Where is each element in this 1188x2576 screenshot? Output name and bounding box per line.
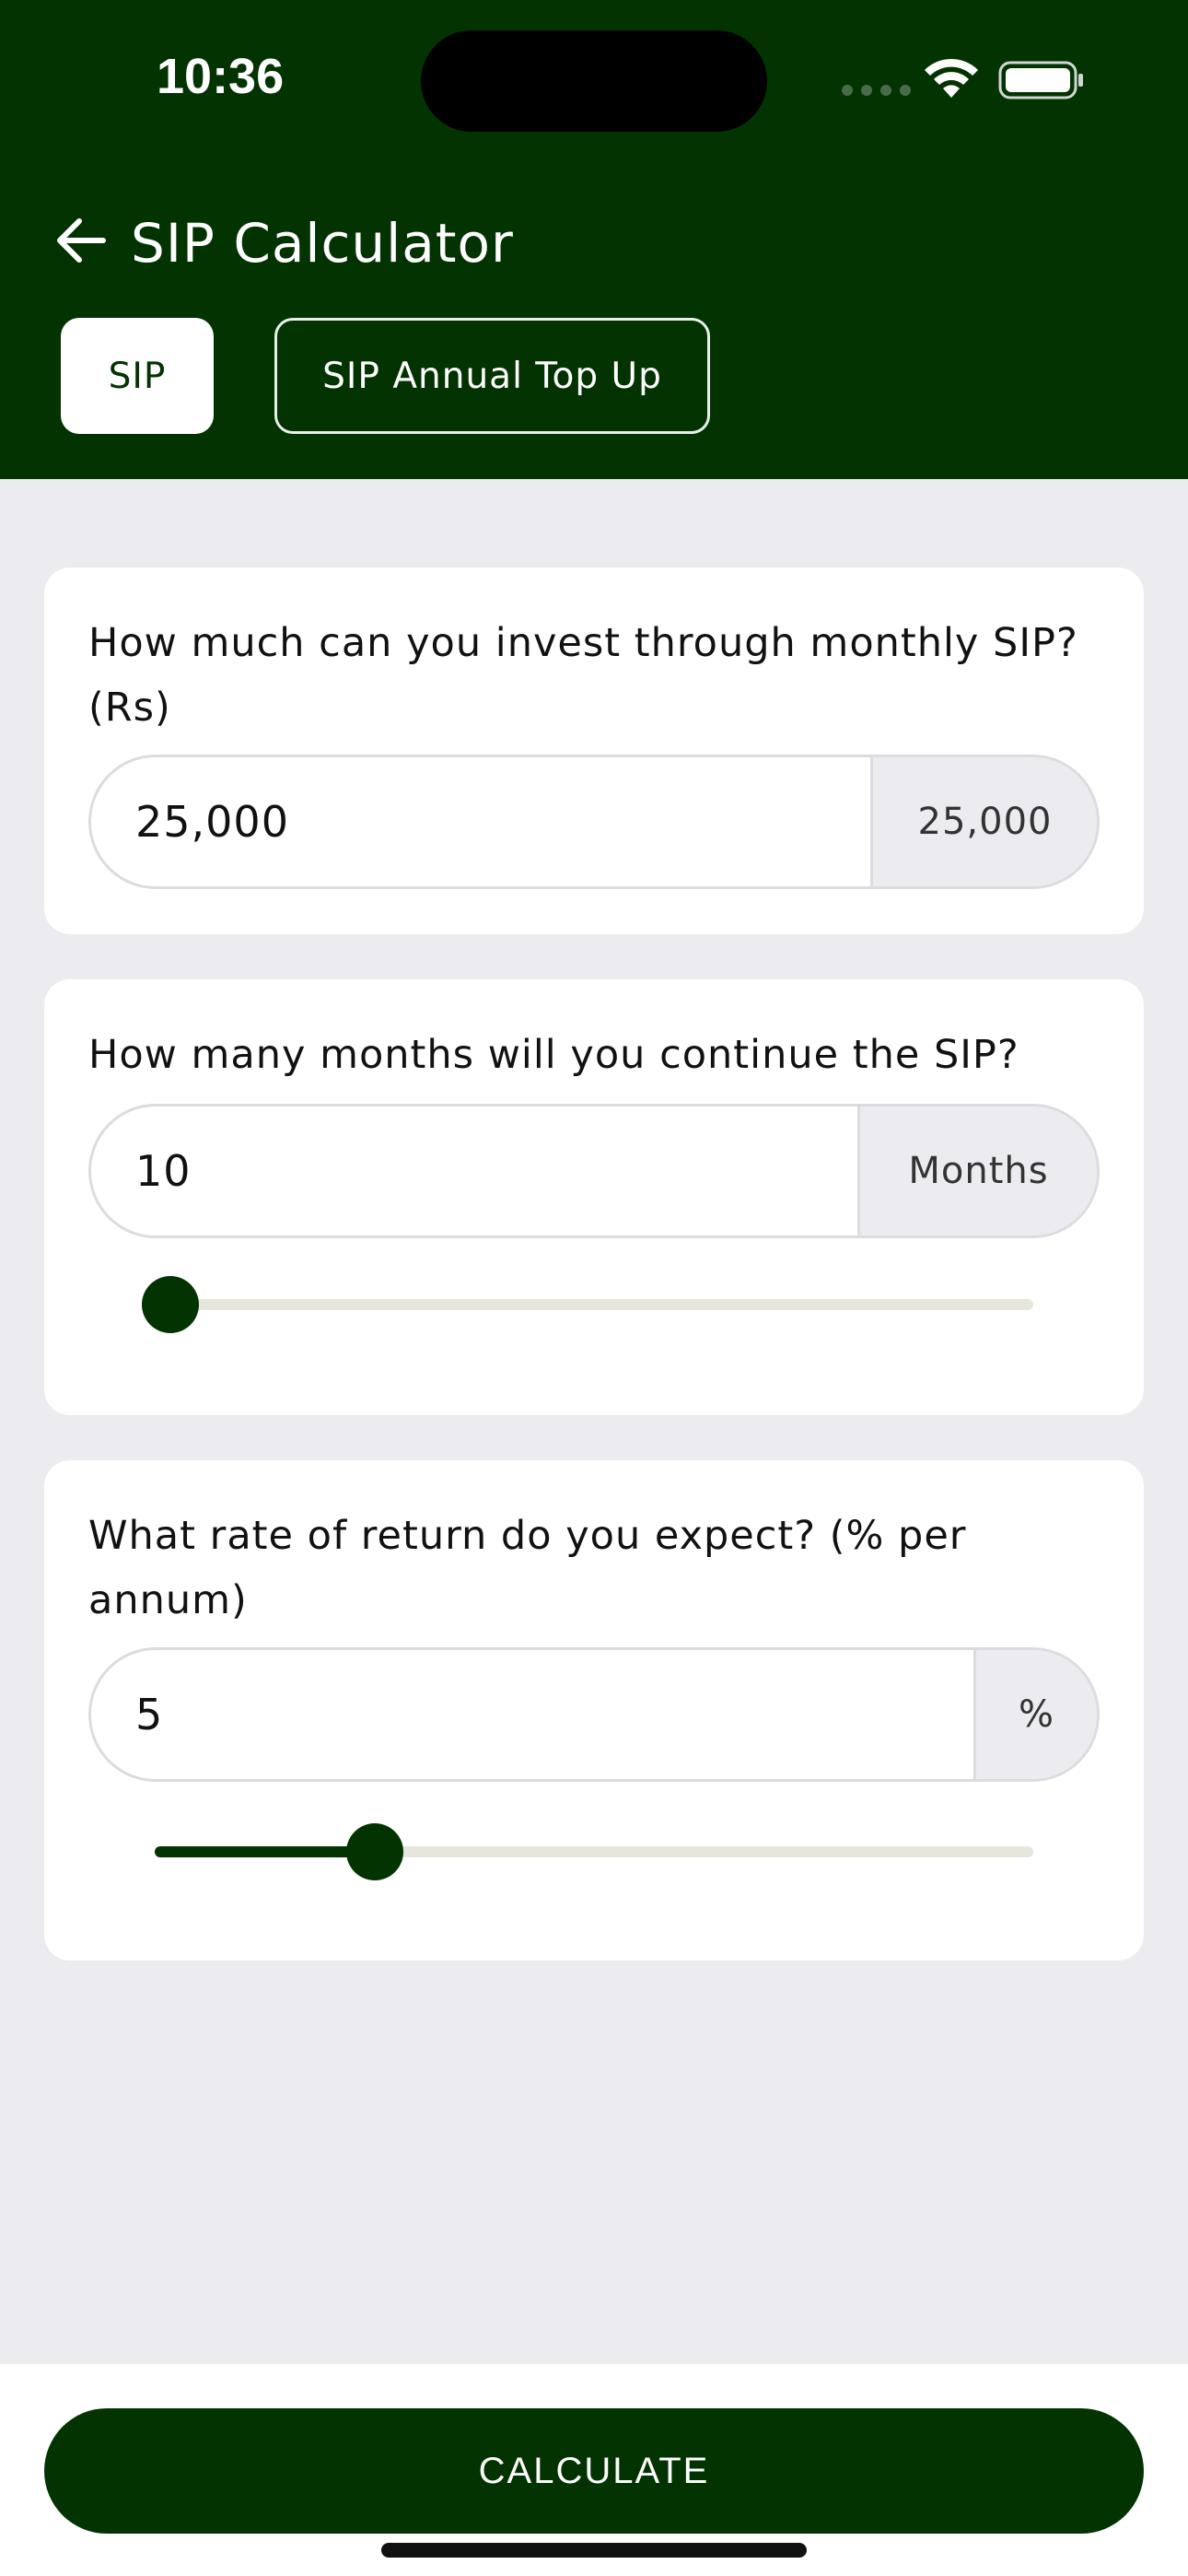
calculate-button[interactable]: CALCULATE — [44, 2408, 1144, 2534]
duration-input[interactable]: 10 — [135, 1107, 192, 1235]
rate-question: What rate of return do you expect? (% pe… — [88, 1513, 967, 1623]
duration-suffix: Months — [857, 1107, 1097, 1235]
rate-suffix: % — [973, 1650, 1097, 1779]
rate-card: What rate of return do you expect? (% pe… — [44, 1460, 1144, 1961]
rate-input[interactable]: 5 — [135, 1650, 163, 1779]
battery-icon — [998, 61, 1083, 100]
rate-input-group: 5 % — [88, 1647, 1100, 1782]
investment-input-group: 25,000 25,000 — [88, 755, 1100, 889]
app-header: 10:36 SIP Calculator SIP SIP Annual Top … — [0, 0, 1188, 479]
investment-card: How much can you invest through monthly … — [44, 568, 1144, 934]
wifi-icon — [925, 58, 978, 98]
rate-slider[interactable] — [155, 1823, 1033, 1880]
back-arrow-icon[interactable] — [53, 214, 107, 267]
tab-sip-annual-top-up[interactable]: SIP Annual Top Up — [274, 318, 710, 434]
status-time: 10:36 — [157, 49, 285, 104]
duration-input-group: 10 Months — [88, 1104, 1100, 1238]
page-title: SIP Calculator — [131, 212, 514, 275]
duration-card: How many months will you continue the SI… — [44, 979, 1144, 1415]
home-indicator — [381, 2543, 807, 2558]
rate-slider-thumb[interactable] — [346, 1823, 403, 1880]
rate-slider-fill — [155, 1846, 375, 1857]
duration-question: How many months will you continue the SI… — [88, 1032, 1019, 1078]
cellular-signal-icon — [842, 85, 911, 96]
investment-input[interactable]: 25,000 — [135, 757, 289, 886]
dynamic-island — [421, 30, 767, 132]
investment-question: How much can you invest through monthly … — [88, 620, 1078, 731]
tab-sip[interactable]: SIP — [61, 318, 214, 434]
duration-slider[interactable] — [142, 1276, 1033, 1333]
duration-slider-thumb[interactable] — [142, 1276, 199, 1333]
investment-suffix: 25,000 — [870, 757, 1097, 886]
